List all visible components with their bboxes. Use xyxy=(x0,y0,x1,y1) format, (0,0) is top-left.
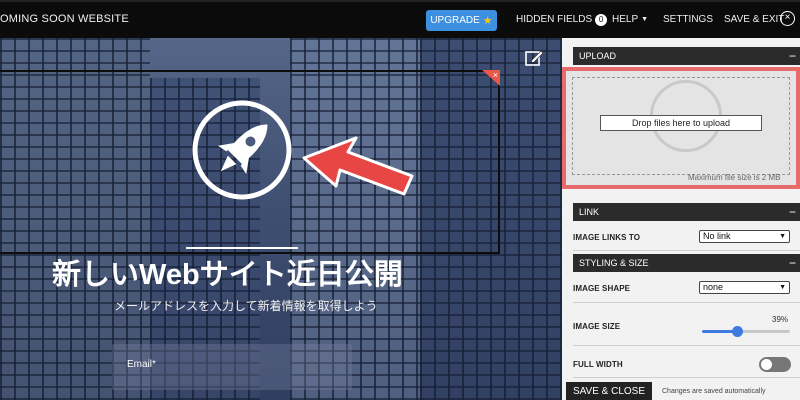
settings-panel: UPLOAD − Drop files here to upload Maxim… xyxy=(562,38,800,400)
divider xyxy=(573,345,800,346)
divider xyxy=(573,250,800,251)
page-headline[interactable]: 新しいWebサイト近日公開 xyxy=(52,251,438,293)
image-links-to-label: IMAGE LINKS TO xyxy=(573,233,641,242)
hidden-fields-menu[interactable]: HIDDEN FIELDS 0 xyxy=(516,14,608,26)
divider xyxy=(573,302,800,303)
upload-dropzone[interactable]: Drop files here to upload Maximum file s… xyxy=(562,67,800,189)
divider xyxy=(186,247,298,249)
star-icon: ★ xyxy=(482,15,493,27)
chevron-down-icon: ▼ xyxy=(779,284,786,291)
upgrade-label: UPGRADE xyxy=(430,15,480,26)
save-exit-link[interactable]: SAVE & EXIT xyxy=(724,14,784,25)
rocket-icon[interactable] xyxy=(190,98,294,202)
divider xyxy=(573,377,800,378)
hidden-fields-label: HIDDEN FIELDS xyxy=(516,14,593,25)
arrow-icon xyxy=(302,136,414,196)
full-width-label: FULL WIDTH xyxy=(573,360,623,369)
drop-files-button[interactable]: Drop files here to upload xyxy=(600,115,762,131)
image-links-to-value: No link xyxy=(703,231,731,241)
page-subheading[interactable]: メールアドレスを入力して新着情報を取得しよう xyxy=(114,297,378,314)
close-icon[interactable]: × xyxy=(780,11,795,26)
collapse-icon[interactable]: − xyxy=(789,254,796,272)
help-menu[interactable]: HELP ▼ xyxy=(612,14,648,25)
max-file-size-note: Maximum file size is 2 MB xyxy=(688,173,781,182)
styling-header-label: STYLING & SIZE xyxy=(579,258,649,268)
image-shape-value: none xyxy=(703,282,724,292)
save-close-button[interactable]: SAVE & CLOSE xyxy=(566,382,652,400)
chevron-down-icon: ▼ xyxy=(779,233,786,240)
upgrade-button[interactable]: UPGRADE ★ xyxy=(426,10,497,31)
upload-section-header[interactable]: UPLOAD − xyxy=(573,47,800,65)
styling-section-header[interactable]: STYLING & SIZE − xyxy=(573,254,800,272)
toggle-knob xyxy=(761,359,772,370)
link-header-label: LINK xyxy=(579,207,600,217)
email-label: Email* xyxy=(127,359,156,370)
link-section-header[interactable]: LINK − xyxy=(573,203,800,221)
image-size-label: IMAGE SIZE xyxy=(573,322,621,331)
image-shape-label: IMAGE SHAPE xyxy=(573,284,631,293)
settings-link[interactable]: SETTINGS xyxy=(663,14,713,25)
image-shape-select[interactable]: none ▼ xyxy=(699,281,790,294)
chevron-down-icon: ▼ xyxy=(641,16,649,23)
top-bar: OMING SOON WEBSITE UPGRADE ★ HIDDEN FIEL… xyxy=(0,0,800,38)
image-links-to-select[interactable]: No link ▼ xyxy=(699,230,790,243)
image-size-value: 39% xyxy=(772,315,789,324)
help-label: HELP xyxy=(612,14,639,25)
edit-icon[interactable] xyxy=(524,48,544,68)
full-width-toggle[interactable] xyxy=(759,357,791,372)
upload-header-label: UPLOAD xyxy=(579,51,617,61)
site-title: OMING SOON WEBSITE xyxy=(0,13,129,25)
image-size-slider[interactable] xyxy=(702,326,790,337)
page-preview: × 新しいWebサイト近日公開 メールアドレスを入力して新着情報を取得しよう E… xyxy=(0,38,562,400)
autosave-note: Changes are saved automatically xyxy=(662,388,766,395)
slider-handle[interactable] xyxy=(732,326,743,337)
collapse-icon[interactable]: − xyxy=(789,47,796,65)
hidden-fields-count-badge: 0 xyxy=(595,14,608,26)
collapse-icon[interactable]: − xyxy=(789,203,796,221)
